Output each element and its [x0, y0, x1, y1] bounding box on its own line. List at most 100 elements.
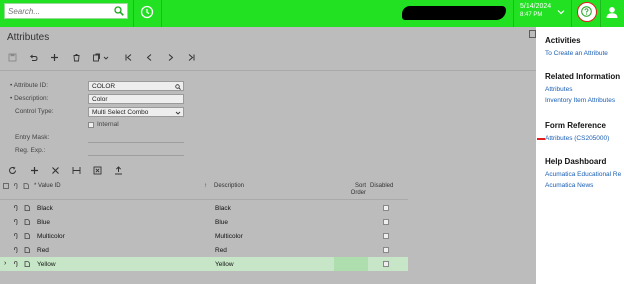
help-icon: [581, 6, 592, 17]
chevron-down-icon[interactable]: [103, 55, 109, 61]
copy-paste-icon[interactable]: [92, 53, 101, 62]
top-bar: 5/14/2024 8:47 PM: [0, 0, 624, 27]
disabled-checkbox[interactable]: [383, 233, 389, 239]
search-icon[interactable]: [175, 83, 181, 90]
entry-mask-label: Entry Mask:: [15, 134, 50, 141]
value-id-cell[interactable]: Red: [37, 247, 49, 254]
value-id-cell[interactable]: Blue: [37, 219, 50, 226]
internal-checkbox[interactable]: [88, 122, 94, 128]
attachment-icon[interactable]: [13, 205, 19, 211]
related-information-heading: Related Information: [545, 72, 621, 81]
search-input[interactable]: [8, 6, 113, 17]
table-row[interactable]: Red Red: [0, 243, 408, 257]
internal-label: Internal: [97, 121, 119, 128]
undo-icon[interactable]: [29, 53, 38, 62]
description-cell[interactable]: Blue: [215, 219, 228, 226]
description-cell[interactable]: Red: [215, 247, 227, 254]
fit-columns-icon[interactable]: [72, 166, 81, 175]
history-icon[interactable]: [140, 5, 154, 19]
column-sort-order[interactable]: Sort Order: [344, 183, 366, 197]
entry-mask-field[interactable]: [88, 142, 184, 143]
sort-indicator-icon: ↑: [204, 183, 207, 189]
divider: [600, 0, 601, 27]
notes-icon[interactable]: [529, 30, 536, 38]
next-record-icon[interactable]: [166, 53, 175, 62]
divider: [571, 0, 572, 27]
notes-icon[interactable]: [24, 219, 30, 225]
value-id-cell[interactable]: Black: [37, 205, 53, 212]
reg-exp-field[interactable]: [88, 155, 184, 156]
attribute-id-label: • Attribute ID:: [10, 82, 49, 89]
table-row[interactable]: Black Black: [0, 201, 408, 215]
control-type-label: Control Type:: [15, 108, 54, 115]
link-form-reference[interactable]: Attributes (CS205000): [545, 135, 609, 142]
notes-icon: [23, 183, 29, 189]
link-to-create-attribute[interactable]: To Create an Attribute: [545, 50, 608, 57]
help-button[interactable]: [577, 2, 597, 22]
activities-heading: Activities: [545, 36, 581, 45]
search-icon[interactable]: [114, 6, 124, 16]
notes-icon[interactable]: [24, 261, 30, 267]
value-id-cell[interactable]: Yellow: [37, 261, 56, 268]
redacted-tenant-name: [402, 6, 506, 20]
business-date[interactable]: 5/14/2024 8:47 PM: [520, 3, 551, 19]
description-cell[interactable]: Black: [215, 205, 231, 212]
files-icon: [3, 183, 9, 189]
description-cell[interactable]: Yellow: [215, 261, 234, 268]
description-field[interactable]: Color: [88, 94, 184, 104]
help-panel: [536, 27, 624, 284]
attachment-icon[interactable]: [13, 233, 19, 239]
excel-export-icon[interactable]: [93, 166, 102, 175]
save-icon[interactable]: [8, 53, 17, 62]
value-id-cell[interactable]: Multicolor: [37, 233, 65, 240]
disabled-checkbox[interactable]: [383, 261, 389, 267]
description-label: • Description:: [10, 95, 49, 102]
table-row[interactable]: Multicolor Multicolor: [0, 229, 408, 243]
disabled-checkbox[interactable]: [383, 219, 389, 225]
date-text: 5/14/2024: [520, 3, 552, 10]
column-description[interactable]: Description: [214, 183, 244, 189]
chevron-down-icon[interactable]: [557, 8, 565, 16]
notes-icon[interactable]: [24, 247, 30, 253]
attribute-id-value: COLOR: [92, 83, 116, 90]
reg-exp-label: Reg. Exp.:: [15, 147, 46, 154]
disabled-checkbox[interactable]: [383, 247, 389, 253]
table-row-selected[interactable]: › Yellow Yellow: [0, 257, 408, 271]
disabled-checkbox[interactable]: [383, 205, 389, 211]
refresh-icon[interactable]: [8, 166, 17, 175]
divider: [513, 0, 514, 27]
page-title: Attributes: [7, 32, 50, 43]
last-record-icon[interactable]: [187, 53, 196, 62]
table-row[interactable]: Blue Blue: [0, 215, 408, 229]
add-icon[interactable]: [50, 53, 59, 62]
time-text: 8:47 PM: [520, 12, 543, 18]
sort-order-cell-active[interactable]: [334, 257, 368, 271]
search-box[interactable]: [4, 3, 128, 19]
link-acumatica-news[interactable]: Acumatica News: [545, 182, 593, 189]
upload-icon[interactable]: [114, 166, 123, 175]
attachment-icon[interactable]: [13, 261, 19, 267]
link-inventory-item-attributes[interactable]: Inventory Item Attributes: [545, 97, 615, 104]
first-record-icon[interactable]: [124, 53, 133, 62]
column-value-id[interactable]: * Value ID: [34, 183, 61, 189]
control-type-select[interactable]: Multi Select Combo: [88, 107, 184, 117]
link-acumatica-educational[interactable]: Acumatica Educational Re: [545, 171, 621, 178]
notes-icon[interactable]: [24, 205, 30, 211]
notes-icon[interactable]: [24, 233, 30, 239]
attribute-id-field[interactable]: COLOR: [88, 81, 184, 91]
previous-record-icon[interactable]: [145, 53, 154, 62]
add-row-icon[interactable]: [30, 166, 39, 175]
delete-icon[interactable]: [72, 53, 81, 62]
link-attributes[interactable]: Attributes: [545, 86, 572, 93]
user-icon[interactable]: [605, 5, 619, 19]
column-disabled[interactable]: Disabled: [370, 183, 393, 189]
form-reference-heading: Form Reference: [545, 121, 606, 130]
delete-row-icon[interactable]: [51, 166, 60, 175]
divider: [0, 70, 536, 71]
chevron-down-icon: [175, 111, 181, 115]
attachment-icon[interactable]: [13, 247, 19, 253]
divider: [0, 199, 408, 200]
help-dashboard-heading: Help Dashboard: [545, 157, 607, 166]
description-cell[interactable]: Multicolor: [215, 233, 243, 240]
attachment-icon[interactable]: [13, 219, 19, 225]
